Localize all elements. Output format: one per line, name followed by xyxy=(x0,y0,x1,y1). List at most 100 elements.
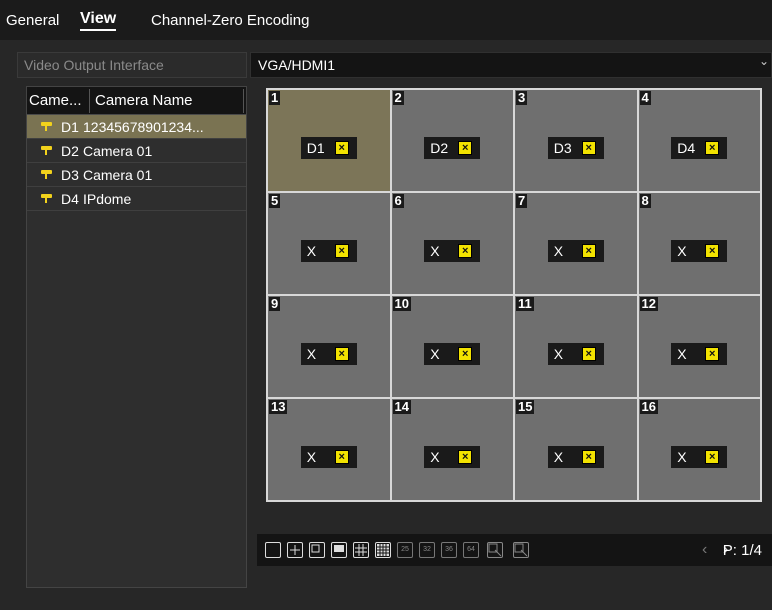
grid-cell[interactable]: 7 X × xyxy=(515,193,637,294)
tab-view[interactable]: View xyxy=(80,10,117,31)
camera-name: Camera 01 xyxy=(83,167,153,183)
camera-name: IPdome xyxy=(83,191,132,207)
column-header-camera[interactable]: Came... xyxy=(29,92,82,109)
cell-channel-chip[interactable]: D3 × xyxy=(547,136,604,159)
cell-number: 13 xyxy=(269,399,288,414)
grid-cell[interactable]: 9 X × xyxy=(268,296,390,397)
grid-cell[interactable]: 4 D4 × xyxy=(638,90,760,191)
remove-channel-icon[interactable]: × xyxy=(334,346,349,361)
grid-cell[interactable]: 10 X × xyxy=(391,296,513,397)
video-output-label: Video Output Interface xyxy=(17,52,247,78)
cell-number: 16 xyxy=(639,399,658,414)
cell-channel-chip[interactable]: D4 × xyxy=(671,136,728,159)
layout-16-button[interactable] xyxy=(375,542,391,558)
remove-channel-icon[interactable]: × xyxy=(581,243,596,258)
stop-live-view-button[interactable] xyxy=(513,542,529,558)
layout-32-button[interactable]: 32 xyxy=(419,542,435,558)
cell-number: 11 xyxy=(516,296,534,311)
remove-channel-icon[interactable]: × xyxy=(581,140,596,155)
remove-channel-icon[interactable]: × xyxy=(705,346,720,361)
layout-toolbar: ‹ › P: 1/4 25 32 36 64 xyxy=(257,534,772,566)
cell-number: 14 xyxy=(392,399,411,414)
cell-number: 9 xyxy=(269,296,281,311)
cell-channel-chip[interactable]: X × xyxy=(547,342,604,365)
remove-channel-icon[interactable]: × xyxy=(458,449,473,464)
layout-9-button[interactable] xyxy=(353,542,369,558)
cell-channel-chip[interactable]: X × xyxy=(671,239,728,262)
cell-number: 3 xyxy=(516,90,528,105)
cell-channel-chip[interactable]: X × xyxy=(671,445,728,468)
camera-row[interactable]: D1 12345678901234... xyxy=(27,115,246,139)
remove-channel-icon[interactable]: × xyxy=(581,346,596,361)
cell-channel-label: X xyxy=(677,345,687,362)
video-output-value: VGA/HDMI1 xyxy=(258,57,336,73)
camera-row[interactable]: D3 Camera 01 xyxy=(27,163,246,187)
remove-channel-icon[interactable]: × xyxy=(705,243,720,258)
remove-channel-icon[interactable]: × xyxy=(458,346,473,361)
cell-channel-chip[interactable]: X × xyxy=(547,445,604,468)
layout-64-button[interactable]: 64 xyxy=(463,542,479,558)
remove-channel-icon[interactable]: × xyxy=(334,243,349,258)
cell-channel-label: X xyxy=(677,242,687,259)
remove-channel-icon[interactable]: × xyxy=(334,140,349,155)
cell-number: 2 xyxy=(392,90,404,105)
column-divider[interactable] xyxy=(243,89,244,113)
tab-general[interactable]: General xyxy=(6,12,59,29)
column-divider[interactable] xyxy=(89,89,90,113)
grid-cell[interactable]: 2 D2 × xyxy=(391,90,513,191)
layout-36-button[interactable]: 36 xyxy=(441,542,457,558)
cell-channel-chip[interactable]: D2 × xyxy=(424,136,481,159)
layout-25-button[interactable]: 25 xyxy=(397,542,413,558)
cell-number: 8 xyxy=(639,193,651,208)
camera-row[interactable]: D2 Camera 01 xyxy=(27,139,246,163)
cell-channel-chip[interactable]: X × xyxy=(300,445,357,468)
layout-1-button[interactable] xyxy=(265,542,281,558)
camera-id: D4 xyxy=(61,191,79,207)
cell-channel-label: X xyxy=(306,448,317,465)
view-layout-grid: 1 D1 × 2 D2 × 3 D3 × 4 D4 × 5 X × 6 X × 7 X × 8 X × 9 X × 10 X × 11 X × 1… xyxy=(266,88,762,502)
grid-cell[interactable]: 13 X × xyxy=(268,399,390,500)
cell-number: 15 xyxy=(516,399,535,414)
cell-channel-chip[interactable]: D1 × xyxy=(300,136,357,159)
remove-channel-icon[interactable]: × xyxy=(458,140,473,155)
remove-channel-icon[interactable]: × xyxy=(458,243,473,258)
grid-cell[interactable]: 11 X × xyxy=(515,296,637,397)
grid-cell[interactable]: 3 D3 × xyxy=(515,90,637,191)
chevron-down-icon: ⌄ xyxy=(758,54,769,68)
cell-channel-chip[interactable]: X × xyxy=(300,342,357,365)
grid-cell[interactable]: 12 X × xyxy=(638,296,760,397)
remove-channel-icon[interactable]: × xyxy=(705,449,720,464)
grid-cell[interactable]: 15 X × xyxy=(515,399,637,500)
cell-channel-chip[interactable]: X × xyxy=(671,342,728,365)
grid-cell[interactable]: 1 D1 × xyxy=(268,90,390,191)
camera-row[interactable]: D4 IPdome xyxy=(27,187,246,211)
cell-channel-chip[interactable]: X × xyxy=(424,342,481,365)
cell-channel-chip[interactable]: X × xyxy=(424,445,481,468)
start-live-view-button[interactable] xyxy=(487,542,503,558)
cell-channel-label: D3 xyxy=(553,139,572,156)
column-header-camera-name[interactable]: Camera Name xyxy=(95,92,193,109)
layout-6-button[interactable] xyxy=(309,542,325,558)
grid-cell[interactable]: 6 X × xyxy=(391,193,513,294)
remove-channel-icon[interactable]: × xyxy=(705,140,720,155)
cell-channel-chip[interactable]: X × xyxy=(300,239,357,262)
cell-number: 1 xyxy=(269,90,281,105)
camera-name: Camera 01 xyxy=(83,143,153,159)
camera-icon xyxy=(41,194,52,203)
video-output-select[interactable]: VGA/HDMI1 ⌄ xyxy=(250,52,772,78)
cell-channel-chip[interactable]: X × xyxy=(547,239,604,262)
grid-cell[interactable]: 14 X × xyxy=(391,399,513,500)
cell-number: 5 xyxy=(269,193,281,208)
grid-cell[interactable]: 16 X × xyxy=(638,399,760,500)
camera-name: 12345678901234... xyxy=(83,119,204,135)
grid-cell[interactable]: 5 X × xyxy=(268,193,390,294)
layout-4-button[interactable] xyxy=(287,542,303,558)
cell-channel-chip[interactable]: X × xyxy=(424,239,481,262)
grid-cell[interactable]: 8 X × xyxy=(638,193,760,294)
remove-channel-icon[interactable]: × xyxy=(334,449,349,464)
tab-channel-zero-encoding[interactable]: Channel-Zero Encoding xyxy=(151,12,309,29)
cell-channel-label: X xyxy=(306,242,317,259)
layout-8-button[interactable] xyxy=(331,542,347,558)
remove-channel-icon[interactable]: × xyxy=(581,449,596,464)
prev-page-arrow[interactable]: ‹ xyxy=(702,541,707,559)
